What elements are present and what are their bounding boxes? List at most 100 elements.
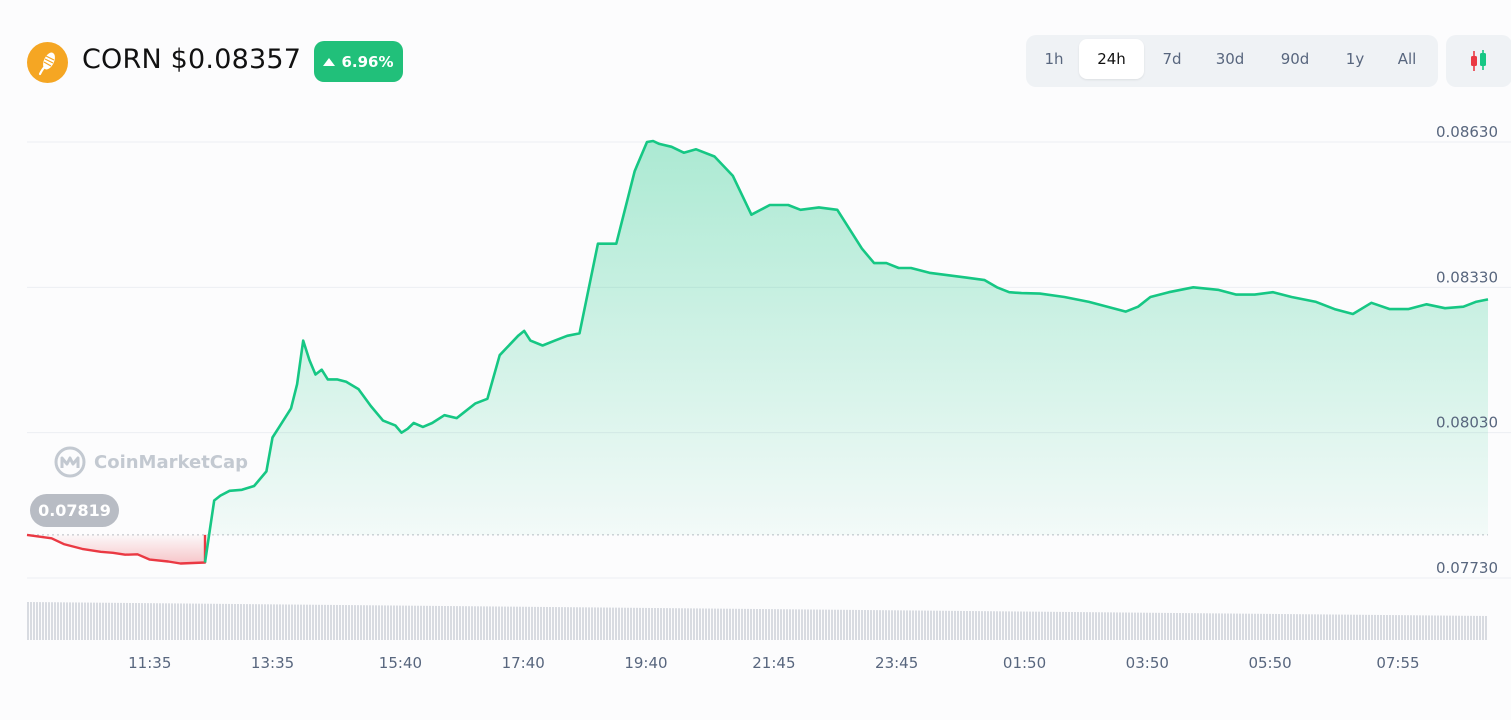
volume-bar bbox=[546, 606, 548, 640]
volume-bar bbox=[156, 603, 158, 640]
volume-bar bbox=[726, 608, 728, 640]
volume-bar bbox=[888, 610, 890, 640]
volume-bar bbox=[717, 608, 719, 640]
volume-bar bbox=[207, 603, 209, 640]
volume-bar bbox=[1302, 614, 1304, 640]
volume-bar bbox=[1365, 614, 1367, 640]
volume-bar bbox=[78, 602, 80, 640]
volume-bar bbox=[1416, 615, 1418, 640]
volume-bar bbox=[105, 602, 107, 640]
volume-bar bbox=[174, 603, 176, 640]
volume-bar bbox=[378, 605, 380, 640]
volume-bar bbox=[741, 608, 743, 640]
volume-bar bbox=[651, 607, 653, 640]
volume-bar bbox=[306, 604, 308, 640]
volume-bar bbox=[798, 609, 800, 640]
volume-bar bbox=[1083, 612, 1085, 640]
volume-bar bbox=[846, 609, 848, 640]
volume-bar bbox=[243, 604, 245, 640]
volume-bar bbox=[165, 603, 167, 640]
volume-bar bbox=[1305, 614, 1307, 640]
x-tick-label: 21:45 bbox=[752, 654, 795, 672]
volume-bar bbox=[666, 608, 668, 640]
volume-bar bbox=[903, 610, 905, 640]
x-tick-label: 13:35 bbox=[251, 654, 294, 672]
volume-bar bbox=[213, 603, 215, 640]
volume-bar bbox=[807, 609, 809, 640]
volume-bar bbox=[852, 609, 854, 640]
volume-bar bbox=[1392, 615, 1394, 640]
volume-bar bbox=[171, 603, 173, 640]
volume-bar bbox=[1152, 612, 1154, 640]
volume-bar bbox=[507, 606, 509, 640]
volume-bar bbox=[1374, 614, 1376, 640]
volume-bar bbox=[261, 604, 263, 640]
volume-bar bbox=[963, 610, 965, 640]
volume-bar bbox=[882, 610, 884, 640]
volume-bar bbox=[399, 605, 401, 640]
volume-bar bbox=[1215, 613, 1217, 640]
volume-bar bbox=[1107, 612, 1109, 640]
volume-bar bbox=[216, 603, 218, 640]
volume-bar bbox=[996, 611, 998, 640]
volume-bar bbox=[252, 604, 254, 640]
volume-bar bbox=[1290, 614, 1292, 640]
volume-bar bbox=[1188, 613, 1190, 640]
volume-bar bbox=[810, 609, 812, 640]
volume-bar bbox=[822, 609, 824, 640]
volume-bar bbox=[456, 606, 458, 640]
volume-bar bbox=[291, 604, 293, 640]
volume-bar bbox=[1464, 615, 1466, 640]
volume-bar bbox=[438, 605, 440, 640]
volume-bar bbox=[603, 607, 605, 640]
volume-bar bbox=[1449, 615, 1451, 640]
volume-bar bbox=[1245, 613, 1247, 640]
volume-bar bbox=[117, 602, 119, 640]
volume-bar bbox=[861, 609, 863, 640]
volume-bar bbox=[225, 603, 227, 640]
volume-bar bbox=[1137, 612, 1139, 640]
volume-bar bbox=[111, 602, 113, 640]
volume-bar bbox=[1140, 612, 1142, 640]
volume-bar bbox=[864, 610, 866, 640]
volume-bar bbox=[771, 609, 773, 640]
volume-bar bbox=[285, 604, 287, 640]
volume-bar bbox=[1251, 613, 1253, 640]
volume-bar bbox=[234, 603, 236, 640]
volume-bar bbox=[984, 611, 986, 640]
volume-bar bbox=[1113, 612, 1115, 640]
volume-bar bbox=[951, 610, 953, 640]
volume-bar bbox=[750, 608, 752, 640]
volume-bar bbox=[369, 605, 371, 640]
volume-bar bbox=[774, 609, 776, 640]
volume-bar bbox=[1284, 614, 1286, 640]
volume-bar bbox=[720, 608, 722, 640]
volume-bar bbox=[1023, 611, 1025, 640]
volume-bar bbox=[570, 607, 572, 640]
volume-bar bbox=[162, 603, 164, 640]
volume-bar bbox=[678, 608, 680, 640]
volume-bar bbox=[195, 603, 197, 640]
volume-bar bbox=[264, 604, 266, 640]
volume-bar bbox=[735, 608, 737, 640]
volume-bar bbox=[849, 609, 851, 640]
volume-bar bbox=[1278, 613, 1280, 640]
volume-bar bbox=[1194, 613, 1196, 640]
volume-bar bbox=[897, 610, 899, 640]
volume-bar bbox=[819, 609, 821, 640]
volume-bar bbox=[408, 605, 410, 640]
volume-bar bbox=[54, 602, 56, 640]
price-chart[interactable]: 0.08630 0.08330 0.08030 0.07730 11:35 13:35 1… bbox=[0, 0, 1511, 720]
volume-bar bbox=[1080, 612, 1082, 640]
volume-bar bbox=[663, 608, 665, 640]
volume-bar bbox=[573, 607, 575, 640]
volume-bar bbox=[942, 610, 944, 640]
volume-bar bbox=[1356, 614, 1358, 640]
volume-bar bbox=[330, 604, 332, 640]
volume-bar bbox=[1143, 612, 1145, 640]
volume-bar bbox=[45, 602, 47, 640]
volume-bar bbox=[591, 607, 593, 640]
volume-bar bbox=[684, 608, 686, 640]
volume-bar bbox=[1167, 612, 1169, 640]
volume-bar bbox=[1134, 612, 1136, 640]
